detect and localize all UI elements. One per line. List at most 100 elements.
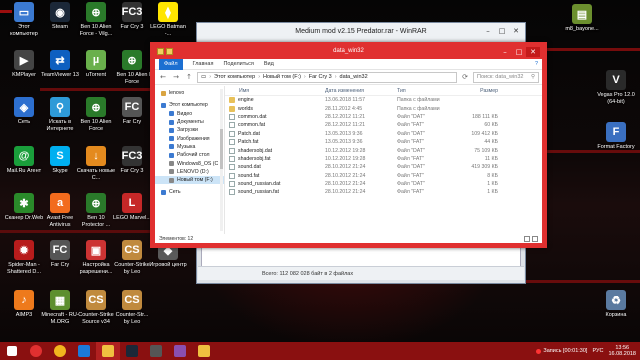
nav-item[interactable]: Документы [155, 118, 224, 126]
desktop-icon[interactable]: FC3 Far Cry 3 [112, 146, 152, 175]
desktop-icon[interactable]: FC Far Cry [40, 240, 80, 269]
desktop-icon[interactable]: V Vegas Pro 12.0 (64-bit) [596, 70, 636, 105]
desktop-icon[interactable]: ⇄ TeamViewer 13 [40, 50, 80, 79]
table-row[interactable]: Patch.dat 13.05.2013 9:36 Файл "DAT" 109 41… [225, 130, 542, 138]
desktop-icon[interactable]: F Format Factory [596, 122, 636, 151]
table-row[interactable]: shadersobj.fat 10.12.2012 19:28 Файл "FAT"… [225, 155, 542, 163]
desktop-icon[interactable]: ⧫ LEGO Batman -... [148, 2, 188, 37]
desktop-icon[interactable]: ✱ Сканер Dr.Web [4, 193, 44, 222]
maximize-icon[interactable]: □ [495, 25, 509, 37]
desktop-icon[interactable]: ◈ Сеть [4, 97, 44, 126]
desktop-icon[interactable]: ▦ Minecraft - RU-M.ORG [40, 290, 80, 325]
file-list[interactable]: Имя Дата изменения Тип Размер engine 13.0… [225, 86, 542, 234]
desktop-icon[interactable]: ⊕ Ben 10 Alien Force [112, 50, 152, 85]
table-row[interactable]: shadersobj.dat 10.12.2012 19:28 Файл "DAT"… [225, 146, 542, 154]
column-date[interactable]: Дата изменения [325, 88, 397, 94]
breadcrumb-far-cry-3[interactable]: Far Cry 3 [309, 74, 332, 80]
desktop-icon[interactable]: ◉ Steam [40, 2, 80, 31]
desktop-icon[interactable]: CS Counter-Strike Source v34 [76, 290, 116, 325]
desktop-icon[interactable]: ⊕ Ben 10 Alien Force - Vilg... [76, 2, 116, 37]
table-row[interactable]: sound_russian.fat 28.10.2012 21:24 Файл "F… [225, 188, 542, 196]
navigation-pane[interactable]: lenovo Этот компьютер Видео Документы Загруз… [155, 86, 225, 234]
desktop-icon[interactable]: µ uTorrent [76, 50, 116, 79]
desktop-icon[interactable]: CS Counter-Strike by Leo [112, 240, 152, 275]
nav-item[interactable]: Изображения [155, 134, 224, 142]
desktop-icon[interactable]: ▤ m8_bayone... [562, 4, 602, 33]
table-row[interactable]: worlds 28.11.2012 4:45 Папка с файлами [225, 104, 542, 112]
minimize-icon[interactable]: – [481, 25, 495, 37]
desktop-icon[interactable]: CS Counter-Str... by Leo [112, 290, 152, 325]
desktop-icon[interactable]: ⚲ Искать в Интернете [40, 97, 80, 132]
desktop-icon[interactable]: L LEGO Marvel... [112, 193, 152, 222]
explorer-window[interactable]: data_win32 – □ ✕ Файл Главная Поделиться… [150, 42, 547, 248]
desktop-icon[interactable]: FC Far Cry [112, 97, 152, 126]
tab-file[interactable]: Файл [159, 58, 183, 70]
breadcrumb-this-pc[interactable]: Этот компьютер [214, 74, 255, 80]
nav-item[interactable]: Музыка [155, 143, 224, 151]
nav-item[interactable]: Рабочий стол [155, 151, 224, 159]
taskbar-explorer-button[interactable] [96, 342, 120, 360]
maximize-icon[interactable]: □ [512, 47, 526, 57]
table-row[interactable]: engine 13.06.2018 11:57 Папка с файлами [225, 96, 542, 104]
desktop-icon[interactable]: ♪ AIMP3 [4, 290, 44, 319]
taskbar-ie-button[interactable] [72, 342, 96, 360]
breadcrumb-data-win32[interactable]: data_win32 [340, 74, 368, 80]
close-icon[interactable]: ✕ [526, 47, 540, 57]
breadcrumb-drive[interactable]: Новый том (F:) [263, 74, 301, 80]
taskbar-windows-button[interactable] [0, 342, 24, 360]
desktop-icon[interactable]: @ Mail.Ru Агент [4, 146, 44, 175]
table-row[interactable]: sound.fat 28.10.2012 21:24 Файл "FAT" 8 КБ [225, 172, 542, 180]
close-icon[interactable]: ✕ [509, 25, 523, 37]
up-arrow-icon[interactable]: ↑ [184, 72, 194, 82]
table-row[interactable]: sound_russian.dat 28.10.2012 21:24 Файл "D… [225, 180, 542, 188]
desktop-icon[interactable]: ▶ KMPlayer [4, 50, 44, 79]
desktop-icon[interactable]: ♻ Корзина [596, 290, 636, 319]
refresh-icon[interactable]: ⟳ [460, 72, 470, 82]
help-icon[interactable]: ? [535, 61, 538, 67]
column-type[interactable]: Тип [397, 88, 452, 94]
desktop-icon[interactable]: ✹ Spider-Man - Shattered D... [4, 240, 44, 275]
explorer-titlebar[interactable]: data_win32 – □ ✕ [155, 47, 542, 59]
desktop-icon[interactable]: a Avast Free Antivirus [40, 193, 80, 228]
desktop-icon[interactable]: ↓ Скачать новые С... [76, 146, 116, 181]
desktop-icon[interactable]: ▣ Настройка разрешени... [76, 240, 116, 275]
nav-item[interactable]: LENOVO (D:) [155, 168, 224, 176]
forward-arrow-icon[interactable]: → [171, 72, 181, 82]
taskbar-winrar-button[interactable] [168, 342, 192, 360]
taskbar-yandex-button[interactable] [24, 342, 48, 360]
tiles-view-icon[interactable] [532, 235, 538, 242]
minimize-icon[interactable]: – [498, 47, 512, 57]
nav-item[interactable]: Этот компьютер [155, 101, 224, 109]
tab-view[interactable]: Вид [264, 61, 274, 67]
nav-item[interactable]: Новый том (F:) [155, 175, 224, 185]
nav-item[interactable]: Сеть [155, 188, 224, 196]
table-row[interactable]: common.fat 28.12.2012 11:21 Файл "FAT" 60 К… [225, 121, 542, 129]
nav-item[interactable]: lenovo [155, 89, 224, 97]
column-size[interactable]: Размер [452, 88, 502, 94]
table-row[interactable]: sound.dat 28.10.2012 21:24 Файл "DAT" 419 3… [225, 163, 542, 171]
nav-item[interactable]: Windows8_OS (C [155, 159, 224, 167]
recording-indicator[interactable]: Запись [00:01:30] [536, 348, 587, 354]
winrar-titlebar[interactable]: Medium mod v2.15 Predator.rar - WinRAR –… [197, 23, 525, 43]
nav-item[interactable]: Загрузки [155, 126, 224, 134]
desktop-icon[interactable]: ⊕ Ben 10 Protector ... [76, 193, 116, 228]
taskbar-farcry-button[interactable] [144, 342, 168, 360]
language-indicator[interactable]: РУС [592, 348, 603, 354]
clock[interactable]: 13:56 16.08.2018 [608, 345, 636, 358]
desktop-icon[interactable]: FC3 Far Cry 3 [112, 2, 152, 31]
details-view-icon[interactable] [524, 235, 530, 242]
column-name[interactable]: Имя [225, 88, 325, 94]
nav-scrollbar[interactable] [220, 89, 223, 231]
desktop-icon[interactable]: S Skype [40, 146, 80, 175]
table-row[interactable]: common.dat 28.12.2012 11:21 Файл "DAT" 188 … [225, 113, 542, 121]
desktop-icon[interactable]: ⊕ Ben 10 Alien Force [76, 97, 116, 132]
taskbar-folder-button[interactable] [192, 342, 216, 360]
taskbar-steam-button[interactable] [120, 342, 144, 360]
desktop-icon[interactable]: ▭ Этот компьютер [4, 2, 44, 37]
address-bar[interactable]: ▭ › Этот компьютер › Новый том (F:) › Fa… [197, 71, 457, 83]
tab-home[interactable]: Главная [193, 61, 214, 67]
table-row[interactable]: Patch.fat 13.05.2013 9:36 Файл "FAT" 44 КБ [225, 138, 542, 146]
search-input[interactable]: Поиск: data_win32 ⚲ [473, 71, 539, 83]
back-arrow-icon[interactable]: ← [158, 72, 168, 82]
nav-item[interactable]: Видео [155, 110, 224, 118]
